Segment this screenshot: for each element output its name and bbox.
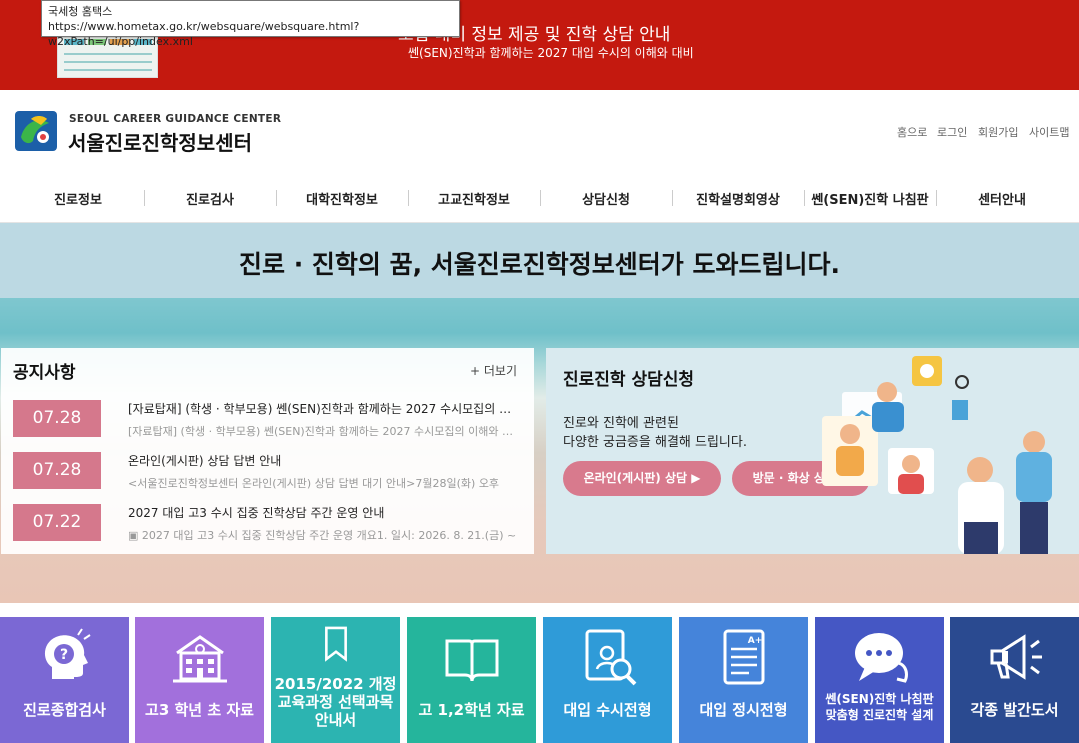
- online-consult-button[interactable]: 온라인(게시판) 상담 ▶: [563, 461, 721, 496]
- main-nav: 진로정보 진로검사 대학진학정보 고교진학정보 상담신청 진학설명회영상 쎈(S…: [0, 172, 1079, 223]
- nav-sen-compass[interactable]: 쎈(SEN)진학 나침판: [805, 189, 935, 208]
- util-home-link[interactable]: 홈으로: [897, 124, 927, 140]
- tooltip-title: 국세청 홈택스: [48, 5, 113, 18]
- head-question-icon: ?: [44, 628, 91, 679]
- tile-publications[interactable]: 각종 발간도서: [950, 617, 1079, 743]
- notice-date: 07.22: [13, 504, 101, 541]
- tile-label: 대입 정시전형: [699, 701, 788, 719]
- notice-date: 07.28: [13, 452, 101, 489]
- bookmark-icon: [325, 626, 347, 662]
- document-search-icon: [585, 629, 637, 686]
- notice-item-summary[interactable]: ▣ 2027 대입 고3 수시 집중 진학상담 주간 운영 개요1. 일시: 2…: [128, 527, 521, 543]
- tile-label: 각종 발간도서: [970, 701, 1059, 719]
- tile-career-test[interactable]: ? 진로종합검사: [0, 617, 129, 743]
- consult-desc-line: 다양한 궁금증을 해결해 드립니다.: [563, 435, 747, 450]
- nav-university-info[interactable]: 대학진학정보: [277, 189, 407, 208]
- tile-label-line: 2015/2022 개정: [274, 675, 397, 693]
- tile-label: 진로종합검사: [23, 701, 106, 719]
- document-grade-icon: A+: [723, 629, 765, 685]
- megaphone-icon: [990, 634, 1042, 680]
- consult-desc-line: 진로와 진학에 관련된: [563, 416, 679, 431]
- tile-label-line: 교육과정 선택과목: [277, 693, 394, 711]
- svg-text:A+: A+: [748, 636, 763, 646]
- nav-center-info[interactable]: 센터안내: [937, 189, 1067, 208]
- notice-date: 07.28: [13, 400, 101, 437]
- logo-english[interactable]: SEOUL CAREER GUIDANCE CENTER: [69, 113, 281, 125]
- logo-mark-icon[interactable]: [13, 107, 59, 155]
- tile-grade3-materials[interactable]: 고3 학년 초 자료: [135, 617, 264, 743]
- notice-panel: 공지사항 + 더보기 07.28 [자료탑재] (학생 · 학부모용) 쎈(SE…: [1, 348, 534, 554]
- util-sitemap-link[interactable]: 사이트맵: [1029, 124, 1069, 140]
- util-login-link[interactable]: 로그인: [937, 124, 967, 140]
- tooltip-url: https://www.hometax.go.kr/websquare/webs…: [48, 20, 360, 48]
- tile-sen-compass[interactable]: 쎈(SEN)진학 나침판 맞춤형 진로진학 설계: [815, 617, 944, 743]
- nav-career-info[interactable]: 진로정보: [13, 189, 143, 208]
- tile-label-line: 맞춤형 진로진학 설계: [825, 708, 934, 722]
- nav-highschool-info[interactable]: 고교진학정보: [409, 189, 539, 208]
- tile-label: 대입 수시전형: [563, 701, 652, 719]
- consult-description: 진로와 진학에 관련된 다양한 궁금증을 해결해 드립니다.: [563, 414, 747, 452]
- svg-text:?: ?: [60, 647, 68, 663]
- nav-consult-apply[interactable]: 상담신청: [541, 189, 671, 208]
- logo-korean[interactable]: 서울진로진학정보센터: [68, 127, 252, 156]
- chat-bubble-icon: [855, 633, 908, 683]
- open-book-icon: [445, 639, 499, 682]
- consult-title: 진로진학 상담신청: [563, 370, 695, 390]
- tile-regular-admission[interactable]: A+ 대입 정시전형: [679, 617, 808, 743]
- notice-item-summary[interactable]: [자료탑재] (학생 · 학부모용) 쎈(SEN)진학과 함께하는 2027 수…: [128, 423, 521, 439]
- tile-curriculum-guide[interactable]: 2015/2022 개정 교육과정 선택과목 안내서: [271, 617, 400, 743]
- tile-label-line: 쎈(SEN)진학 나침판: [825, 692, 934, 706]
- tile-label: 고3 학년 초 자료: [145, 701, 254, 719]
- notice-more-link[interactable]: + 더보기: [470, 362, 517, 379]
- school-building-icon: [173, 635, 227, 683]
- notice-item-title[interactable]: [자료탑재] (학생 · 학부모용) 쎈(SEN)진학과 함께하는 2027 수…: [128, 400, 521, 417]
- tile-label-line: 안내서: [314, 711, 357, 729]
- util-signup-link[interactable]: 회원가입: [978, 124, 1018, 140]
- tile-label: 고 1,2학년 자료: [418, 701, 525, 719]
- nav-briefing-video[interactable]: 진학설명회영상: [673, 189, 803, 208]
- tile-early-admission[interactable]: 대입 수시전형: [543, 617, 672, 743]
- hero-title: 진로 · 진학의 꿈, 서울진로진학정보센터가 도와드립니다.: [238, 250, 840, 279]
- consult-illustration: [822, 356, 1052, 554]
- nav-career-test[interactable]: 진로검사: [145, 189, 275, 208]
- notice-title: 공지사항: [13, 363, 76, 383]
- notice-item-title[interactable]: 2027 대입 고3 수시 집중 진학상담 주간 운영 안내: [128, 504, 521, 521]
- notice-item-summary[interactable]: <서울진로진학정보센터 온라인(게시판) 상담 답변 대기 안내>7월28일(화…: [128, 475, 521, 491]
- notice-item-title[interactable]: 온라인(게시판) 상담 답변 안내: [128, 452, 521, 469]
- tile-grade12-materials[interactable]: 고 1,2학년 자료: [407, 617, 536, 743]
- link-tooltip: 국세청 홈택스 https://www.hometax.go.kr/websqu…: [41, 0, 460, 48]
